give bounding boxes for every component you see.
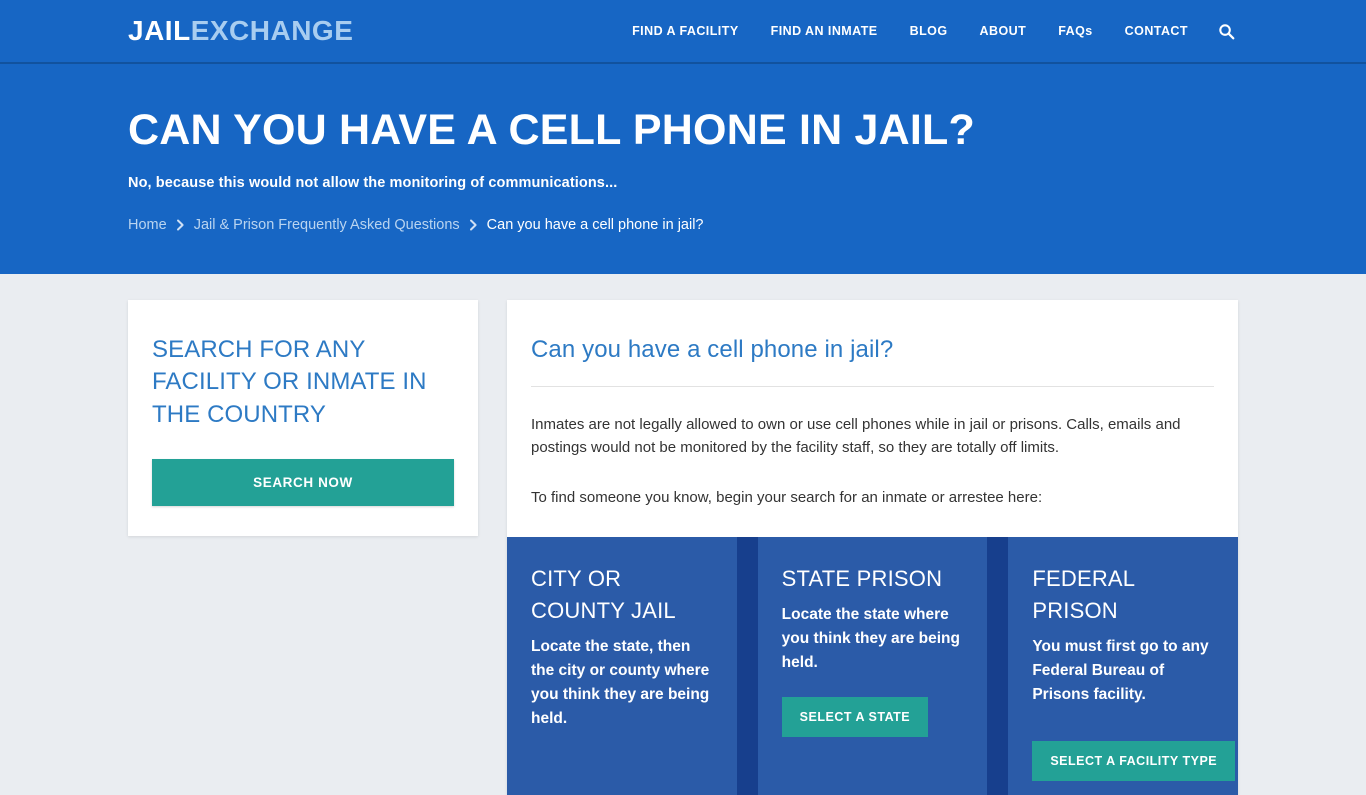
sidebar: SEARCH FOR ANY FACILITY OR INMATE IN THE… — [128, 300, 478, 537]
page-subtitle: No, because this would not allow the mon… — [128, 175, 618, 192]
sidebar-card-title: SEARCH FOR ANY FACILITY OR INMATE IN THE… — [152, 336, 427, 428]
article-paragraph-1: Inmates are not legally allowed to own o… — [531, 416, 1181, 457]
title-divider — [531, 386, 1214, 387]
nav-item-find-a-facility[interactable]: FIND A FACILITY — [616, 24, 755, 38]
main-content-card: Can you have a cell phone in jail? Inmat… — [507, 300, 1238, 795]
option-card-description: Locate the state, then the city or count… — [531, 637, 710, 727]
nav-item-blog[interactable]: BLOG — [894, 24, 964, 38]
nav-item-contact[interactable]: CONTACT — [1109, 24, 1204, 38]
facility-option-cards: CITY OR COUNTY JAIL Locate the state, th… — [507, 536, 1238, 795]
option-card-state-prison[interactable]: STATE PRISON Locate the state where you … — [757, 536, 988, 795]
site-header: JAILEXCHANGE FIND A FACILITY FIND AN INM… — [0, 0, 1366, 64]
breadcrumb: Home Jail & Prison Frequently Asked Ques… — [128, 217, 1238, 233]
content-layout: SEARCH FOR ANY FACILITY OR INMATE IN THE… — [128, 274, 1238, 795]
option-card-description: Locate the state where you think they ar… — [781, 605, 960, 671]
nav-item-about[interactable]: ABOUT — [964, 24, 1043, 38]
article-title: Can you have a cell phone in jail? — [531, 336, 894, 363]
nav-item-find-an-inmate[interactable]: FIND AN INMATE — [755, 24, 894, 38]
article-paragraph-2: To find someone you know, begin your sea… — [531, 488, 1043, 506]
sidebar-search-card: SEARCH FOR ANY FACILITY OR INMATE IN THE… — [128, 300, 478, 537]
search-icon[interactable] — [1214, 19, 1238, 43]
logo-text-jail: JAIL — [128, 15, 191, 46]
breadcrumb-item-faq[interactable]: Jail & Prison Frequently Asked Questions — [194, 217, 460, 233]
logo-text-exchange: EXCHANGE — [190, 15, 354, 46]
nav-item-faqs[interactable]: FAQs — [1042, 24, 1108, 38]
breadcrumb-item-home[interactable]: Home — [128, 217, 167, 233]
header-container: JAILEXCHANGE FIND A FACILITY FIND AN INM… — [0, 0, 1366, 62]
page-hero: CAN YOU HAVE A CELL PHONE IN JAIL? No, b… — [0, 64, 1366, 274]
select-a-state-button[interactable]: SELECT A STATE — [781, 696, 929, 737]
chevron-right-icon — [469, 219, 478, 231]
breadcrumb-item-current: Can you have a cell phone in jail? — [486, 217, 704, 234]
chevron-right-icon — [176, 219, 185, 231]
site-logo[interactable]: JAILEXCHANGE — [128, 17, 353, 45]
option-card-description: You must first go to any Federal Bureau … — [1032, 637, 1209, 703]
option-card-title: FEDERAL PRISON — [1032, 565, 1135, 623]
option-card-federal-prison[interactable]: FEDERAL PRISON You must first go to any … — [1008, 536, 1238, 795]
main-navigation: FIND A FACILITY FIND AN INMATE BLOG ABOU… — [616, 19, 1238, 43]
select-a-facility-type-button[interactable]: SELECT A FACILITY TYPE — [1032, 740, 1236, 781]
option-card-title: STATE PRISON — [781, 565, 943, 591]
page-body: SEARCH FOR ANY FACILITY OR INMATE IN THE… — [0, 274, 1366, 795]
page-title: CAN YOU HAVE A CELL PHONE IN JAIL? — [128, 106, 975, 154]
option-card-city-or-county-jail[interactable]: CITY OR COUNTY JAIL Locate the state, th… — [507, 536, 737, 795]
search-now-button[interactable]: SEARCH NOW — [152, 459, 454, 507]
option-card-title: CITY OR COUNTY JAIL — [531, 565, 676, 623]
